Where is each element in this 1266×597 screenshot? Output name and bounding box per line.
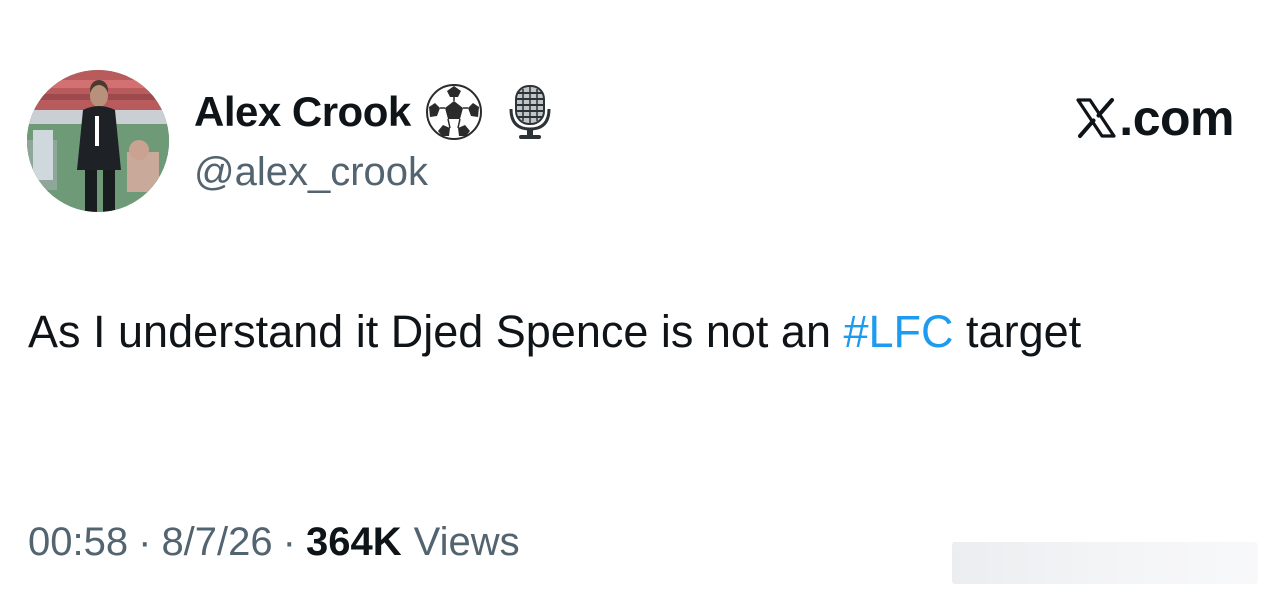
tweet-time[interactable]: 00:58	[28, 520, 128, 565]
hashtag-link[interactable]: #LFC	[844, 306, 954, 357]
tweet-text: As I understand it Djed Spence is not an…	[28, 296, 1208, 367]
tweet-text-after: target	[953, 306, 1082, 357]
tweet-meta: 00:58 · 8/7/26 · 364K Views	[28, 514, 520, 570]
views-count: 364K	[305, 519, 402, 564]
views-label: Views	[413, 519, 520, 564]
display-name[interactable]: Alex Crook	[194, 84, 411, 140]
tweet-text-before: As I understand it Djed Spence is not an	[28, 306, 844, 357]
author-block: Alex Crook @alex_crook	[194, 84, 559, 196]
watermark	[952, 542, 1258, 584]
brand-domain: .com	[1119, 90, 1234, 146]
brand-logo: .com	[1075, 88, 1234, 148]
handle[interactable]: @alex_crook	[194, 148, 559, 196]
tweet-card: Alex Crook @alex_crook .com As I underst…	[0, 0, 1266, 597]
tweet-date[interactable]: 8/7/26	[161, 520, 272, 565]
soccer-ball-icon	[425, 83, 483, 141]
meta-separator: ·	[282, 519, 296, 564]
meta-separator: ·	[138, 519, 152, 564]
avatar[interactable]	[27, 70, 169, 212]
x-logo-icon	[1075, 97, 1117, 139]
microphone-icon	[501, 83, 559, 141]
avatar-image	[27, 70, 169, 212]
name-row: Alex Crook	[194, 84, 559, 140]
